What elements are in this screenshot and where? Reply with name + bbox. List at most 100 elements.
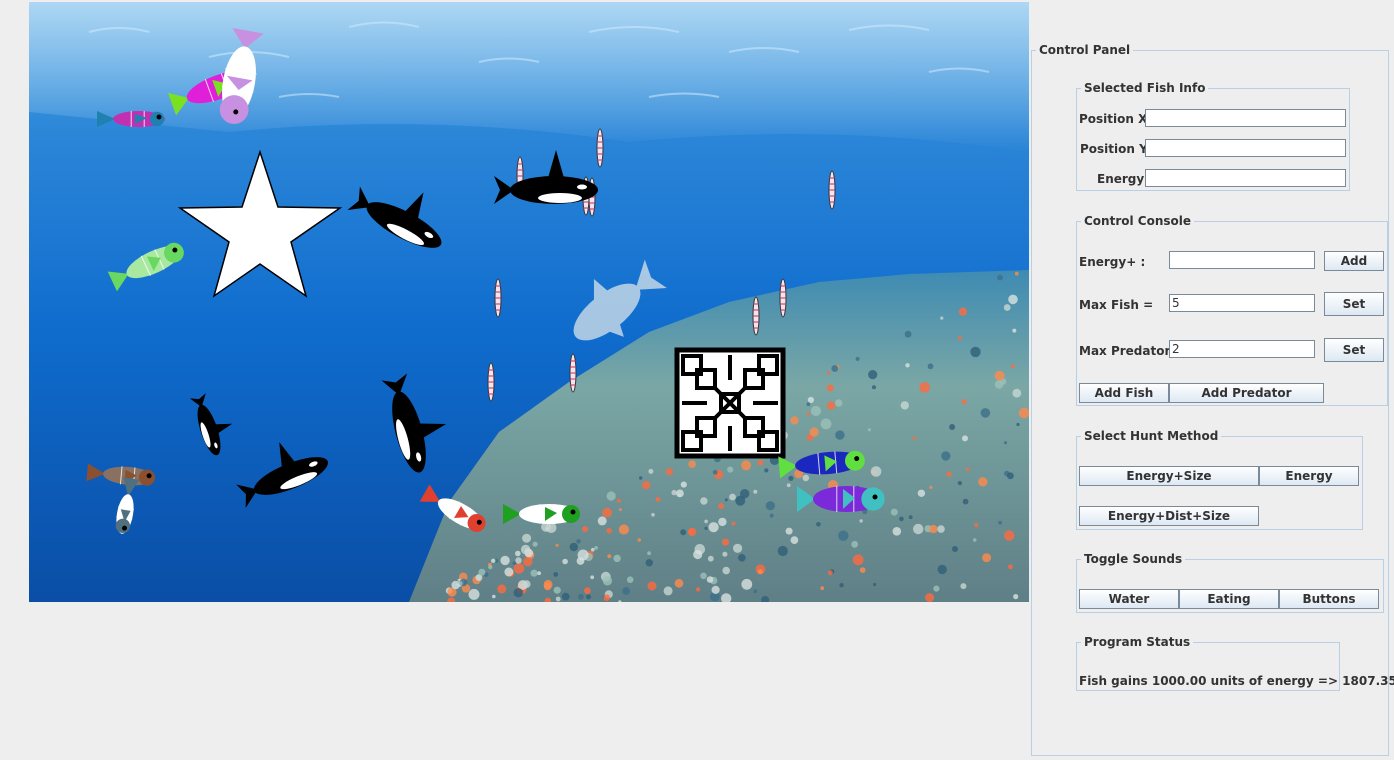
coral-dot — [859, 519, 863, 523]
coral-dot — [839, 583, 844, 588]
aquarium-canvas[interactable] — [29, 2, 1029, 602]
position-x-field[interactable] — [1145, 109, 1346, 127]
coral-dot — [513, 588, 523, 598]
coral-dot — [741, 460, 752, 471]
coral-dot — [900, 401, 909, 410]
position-y-field[interactable] — [1145, 139, 1346, 157]
coral-dot — [978, 477, 988, 487]
coral-dot — [704, 526, 708, 531]
striped-fish — [828, 170, 836, 210]
coral-dot — [500, 555, 510, 566]
add-energy-button[interactable]: Add — [1324, 251, 1384, 271]
coral-dot — [980, 408, 991, 418]
coral-dot — [688, 460, 696, 469]
striped-fish — [494, 278, 502, 318]
coral-dot — [952, 546, 958, 552]
coral-dot — [543, 579, 553, 589]
energy-plus-field[interactable] — [1169, 251, 1315, 269]
coral-dot — [561, 592, 570, 601]
max-fish-field[interactable] — [1169, 294, 1315, 312]
add-fish-button[interactable]: Add Fish — [1079, 383, 1169, 403]
coral-dot — [721, 538, 730, 546]
coral-dot — [927, 363, 934, 370]
coral-dot — [497, 584, 507, 594]
coral-dot — [941, 451, 951, 461]
coral-dot — [647, 581, 657, 591]
coral-dot — [478, 568, 486, 576]
coral-dot — [827, 371, 831, 375]
coral-dot — [577, 549, 589, 561]
coral-dot — [961, 399, 967, 405]
coral-dot — [1011, 364, 1015, 369]
striped-fish — [779, 278, 787, 318]
coral-dot — [929, 524, 938, 534]
coral-dot — [962, 498, 969, 505]
energy-plus-label: Energy+ : — [1079, 255, 1146, 269]
coral-dot — [852, 554, 864, 566]
coral-dot — [606, 491, 616, 501]
coral-dot — [962, 435, 968, 442]
coral-dot — [872, 385, 876, 390]
coral-dot — [1013, 594, 1019, 600]
coral-dot — [835, 399, 843, 407]
coral-dot — [929, 485, 933, 489]
set-max-predator-button[interactable]: Set — [1324, 338, 1384, 362]
coral-dot — [1008, 294, 1018, 305]
coral-dot — [688, 528, 694, 534]
coral-dot — [712, 469, 718, 475]
coral-dot — [912, 436, 917, 441]
striped-fish — [596, 128, 604, 168]
coral-dot — [873, 582, 877, 587]
hunt-energy-button[interactable]: Energy — [1259, 466, 1359, 486]
coral-dot — [718, 503, 725, 509]
coral-dot — [1014, 271, 1019, 276]
lattice-box — [674, 347, 786, 459]
coral-dot — [806, 412, 810, 416]
coral-dot — [1012, 388, 1022, 398]
coral-dot — [515, 550, 521, 557]
sound-eating-button[interactable]: Eating — [1179, 589, 1279, 609]
coral-dot — [729, 493, 736, 501]
coral-dot — [722, 566, 730, 575]
coral-dot — [820, 586, 825, 591]
coral-dot — [1008, 564, 1013, 570]
max-predator-field[interactable] — [1169, 340, 1315, 358]
coral-dot — [708, 522, 719, 533]
coral-dot — [753, 589, 758, 594]
coral-dot — [1004, 530, 1015, 541]
coral-dot — [753, 489, 758, 494]
hunt-energy-size-button[interactable]: Energy+Size — [1079, 466, 1259, 486]
set-max-fish-button[interactable]: Set — [1324, 292, 1384, 316]
coral-dot — [997, 274, 1003, 281]
sound-water-button[interactable]: Water — [1079, 589, 1179, 609]
coral-dot — [522, 533, 532, 543]
striped-fish — [487, 362, 495, 402]
add-predator-button[interactable]: Add Predator — [1169, 383, 1324, 403]
coral-dot — [711, 585, 720, 595]
control-console-title: Control Console — [1081, 214, 1195, 228]
coral-dot — [960, 583, 967, 590]
coral-dot — [826, 401, 836, 410]
coral-dot — [722, 551, 728, 557]
coral-dot — [555, 543, 559, 547]
coral-dot — [731, 521, 736, 526]
program-status-title: Program Status — [1081, 635, 1194, 649]
coral-dot — [917, 489, 926, 497]
energy-field[interactable] — [1145, 169, 1346, 187]
coral-dot — [680, 481, 687, 488]
coral-dot — [820, 418, 832, 430]
sound-buttons-button[interactable]: Buttons — [1279, 589, 1379, 609]
coral-dot — [594, 546, 598, 550]
coral-dot — [904, 330, 912, 338]
coral-dot — [707, 555, 714, 562]
coral-dot — [468, 588, 480, 600]
coral-dot — [700, 572, 707, 580]
coral-dot — [972, 538, 977, 542]
coral-dot — [458, 581, 463, 586]
coral-dot — [676, 489, 684, 498]
coral-dot — [810, 405, 822, 417]
hunt-energy-dist-size-button[interactable]: Energy+Dist+Size — [1079, 506, 1259, 526]
coral-dot — [802, 474, 810, 482]
coral-dot — [859, 567, 866, 573]
coral-dot — [867, 428, 872, 432]
